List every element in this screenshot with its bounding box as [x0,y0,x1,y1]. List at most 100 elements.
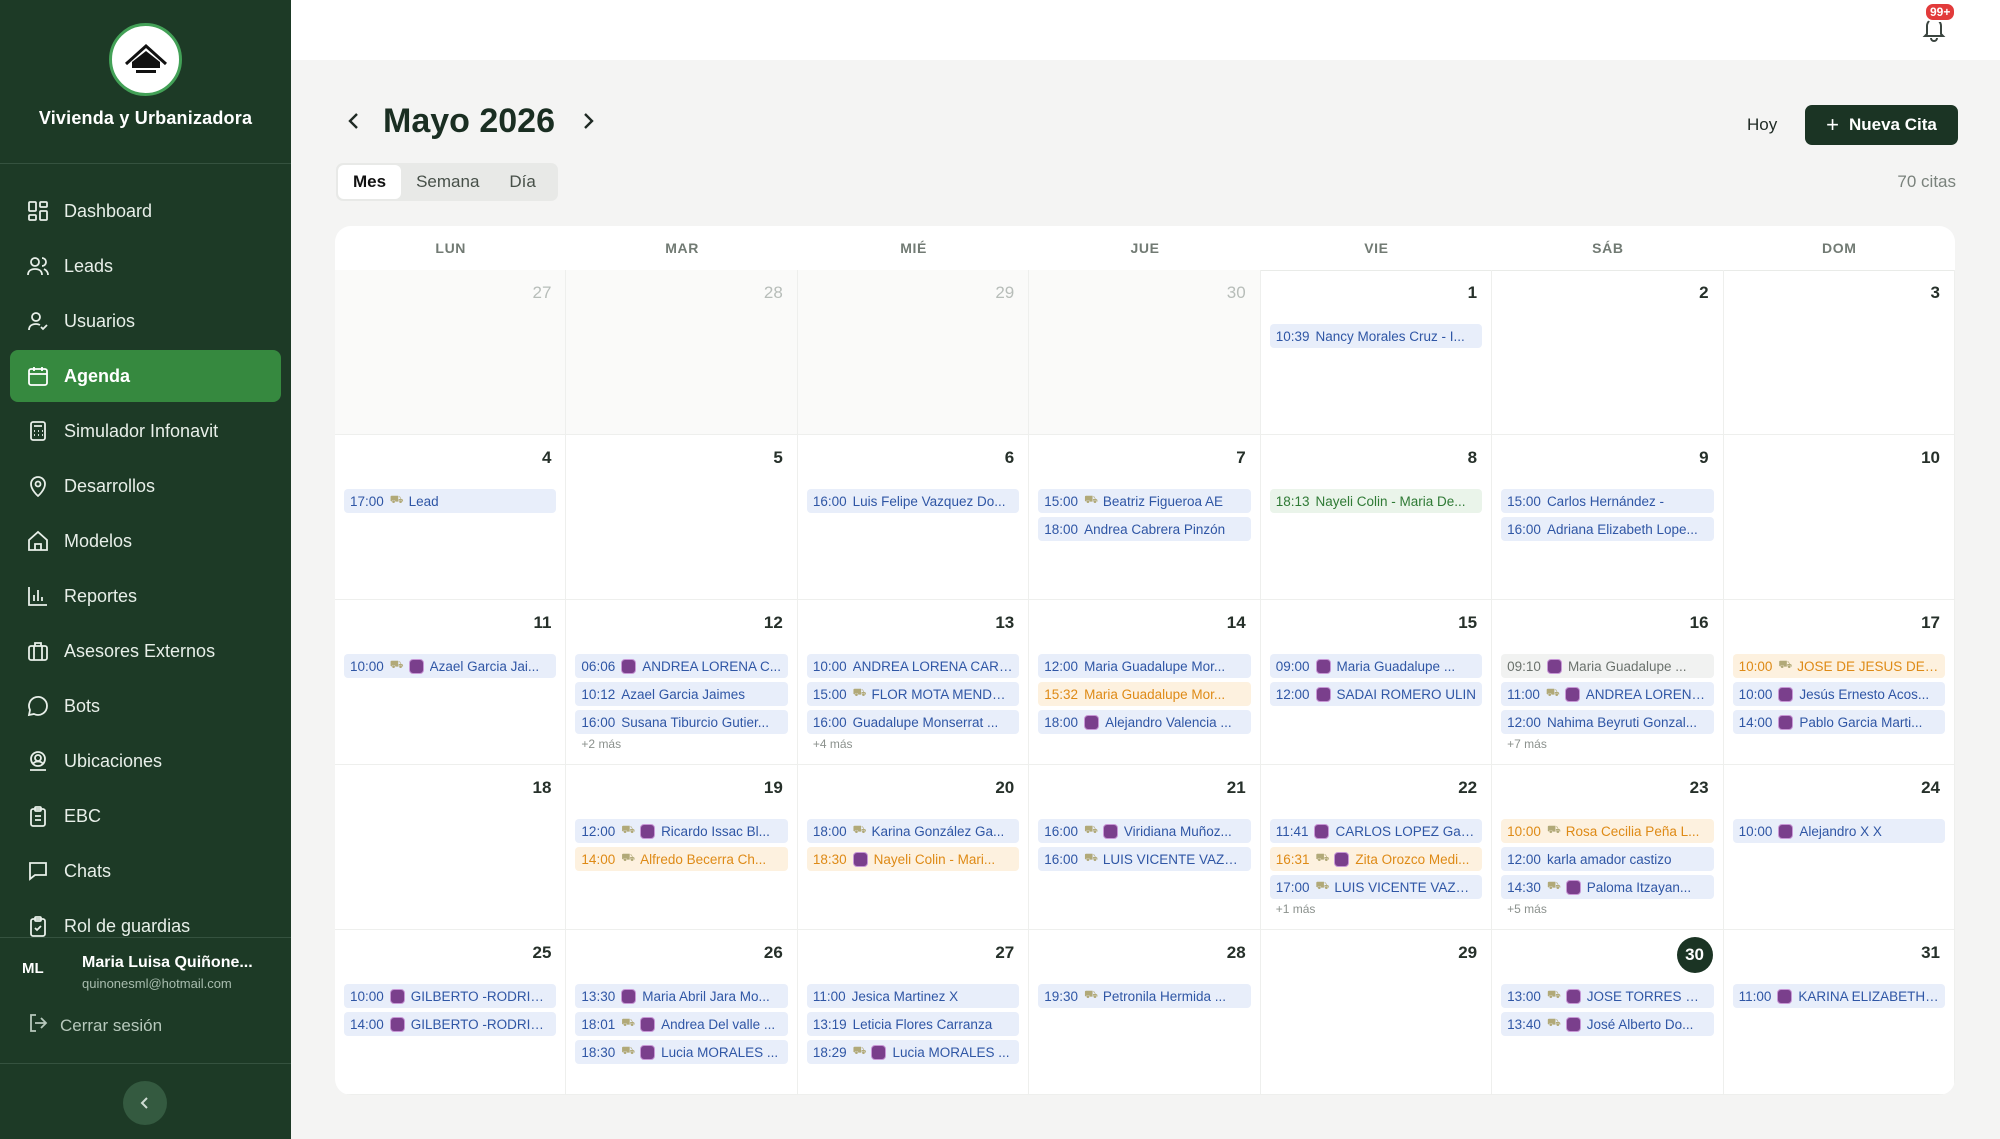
appointment-event[interactable]: 18:00 ⛟ Karina González Ga... [806,819,1020,843]
appointment-event[interactable]: 18:30 ⛟ Lucia MORALES ... [575,1040,788,1064]
appointment-event[interactable]: 09:10 Maria Guadalupe ... [1501,654,1714,678]
sidebar-item-dashboard[interactable]: Dashboard [10,185,281,237]
day-cell[interactable]: 6 16:00 Luis Felipe Vazquez Do... [797,435,1030,600]
day-cell[interactable]: 11 10:00 ⛟ Azael Garcia Jai... [335,600,567,765]
appointment-event[interactable]: 18:00 Andrea Cabrera Pinzón [1038,517,1251,541]
more-events-link[interactable]: +2 más [575,737,787,751]
sidebar-item-agenda[interactable]: Agenda [10,350,281,402]
appointment-event[interactable]: 15:32 Maria Guadalupe Mor... [1038,682,1251,706]
sidebar-item-reportes[interactable]: Reportes [10,570,281,622]
appointment-event[interactable]: 10:00 Jesús Ernesto Acos... [1732,682,1945,706]
appointment-event[interactable]: 16:00 ⛟ Viridiana Muñoz... [1038,819,1251,843]
day-cell[interactable]: 10 [1723,435,1955,600]
appointment-event[interactable]: 18:30 Nayeli Colin - Mari... [806,847,1020,871]
day-cell[interactable]: 30 [1029,270,1261,435]
appointment-event[interactable]: 11:41 CARLOS LOPEZ Galán [1269,819,1483,843]
day-cell[interactable]: 9 15:00 Carlos Hernández - 16:00 Adriana Eli… [1492,435,1724,600]
appointment-event[interactable]: 06:06 ANDREA LORENA C... [575,654,788,678]
appointment-event[interactable]: 18:01 ⛟ Andrea Del valle ... [575,1012,788,1036]
sidebar-item-ubicaciones[interactable]: Ubicaciones [10,735,281,787]
sidebar-item-asesores-externos[interactable]: Asesores Externos [10,625,281,677]
appointment-event[interactable]: 11:00 KARINA ELIZABETH H... [1732,984,1945,1008]
appointment-event[interactable]: 18:29 ⛟ Lucia MORALES ... [806,1040,1020,1064]
appointment-event[interactable]: 19:30 ⛟ Petronila Hermida ... [1038,984,1251,1008]
sidebar-item-chats[interactable]: Chats [10,845,281,897]
day-cell[interactable]: 26 13:30 Maria Abril Jara Mo... 18:01 ⛟ Andre… [566,930,798,1095]
day-cell[interactable]: 22 11:41 CARLOS LOPEZ Galán 16:31 ⛟ Zita Oroz… [1260,765,1493,930]
day-cell[interactable]: 23 10:00 ⛟ Rosa Cecilia Peña L... 12:00 karla… [1492,765,1724,930]
appointment-event[interactable]: 15:00 ⛟ FLOR MOTA MENDO... [806,682,1020,706]
day-cell[interactable]: 4 17:00 ⛟ Lead [335,435,567,600]
appointment-event[interactable]: 10:00 ⛟ Rosa Cecilia Peña L... [1501,819,1714,843]
appointment-event[interactable]: 16:31 ⛟ Zita Orozco Medi... [1269,847,1483,871]
day-cell[interactable]: 27 11:00 Jesica Martinez X 13:19 Leticia Flo… [797,930,1030,1095]
sidebar-item-simulador-infonavit[interactable]: Simulador Infonavit [10,405,281,457]
day-cell[interactable]: 21 16:00 ⛟ Viridiana Muñoz... 16:00 ⛟ LUIS VIC… [1029,765,1261,930]
appointment-event[interactable]: 10:00 GILBERTO -RODRIG... [344,984,557,1008]
appointment-event[interactable]: 11:00 ⛟ ANDREA LORENA ... [1501,682,1714,706]
user-profile[interactable]: ML Maria Luisa Quiñone... quinonesml@hot… [0,942,291,1002]
appointment-event[interactable]: 10:00 ⛟ JOSE DE JESUS DE L... [1732,654,1945,678]
sidebar-item-modelos[interactable]: Modelos [10,515,281,567]
appointment-event[interactable]: 12:00 karla amador castizo [1501,847,1714,871]
day-cell[interactable]: 7 15:00 ⛟ Beatriz Figueroa AE 18:00 Andrea Ca… [1029,435,1261,600]
appointment-event[interactable]: 14:00 Pablo Garcia Marti... [1732,710,1945,734]
appointment-event[interactable]: 15:00 Carlos Hernández - [1501,489,1714,513]
tab-semana[interactable]: Semana [401,165,494,199]
next-month-button[interactable] [574,108,602,139]
sidebar-item-leads[interactable]: Leads [10,240,281,292]
previous-month-button[interactable] [340,108,368,139]
day-cell[interactable]: 16 09:10 Maria Guadalupe ... 11:00 ⛟ ANDREA L… [1492,600,1724,765]
appointment-event[interactable]: 13:00 ⛟ JOSE TORRES GO... [1501,984,1714,1008]
appointment-event[interactable]: 13:19 Leticia Flores Carranza [806,1012,1020,1036]
more-events-link[interactable]: +1 más [1270,902,1482,916]
day-cell[interactable]: 30 13:00 ⛟ JOSE TORRES GO... 13:40 ⛟ José Albe… [1492,930,1724,1095]
sidebar-item-bots[interactable]: Bots [10,680,281,732]
appointment-event[interactable]: 14:30 ⛟ Paloma Itzayan... [1501,875,1714,899]
appointment-event[interactable]: 16:00 Guadalupe Monserrat ... [806,710,1020,734]
appointment-event[interactable]: 17:00 ⛟ Lead [344,489,557,513]
company-logo[interactable] [109,23,182,96]
appointment-event[interactable]: 10:39 Nancy Morales Cruz - I... [1269,324,1483,348]
new-appointment-button[interactable]: + Nueva Cita [1805,105,1958,145]
day-cell[interactable]: 14 12:00 Maria Guadalupe Mor... 15:32 Maria … [1029,600,1261,765]
appointment-event[interactable]: 18:13 Nayeli Colin - Maria De... [1269,489,1483,513]
more-events-link[interactable]: +4 más [807,737,1019,751]
appointment-event[interactable]: 16:00 Luis Felipe Vazquez Do... [806,489,1020,513]
appointment-event[interactable]: 12:00 Maria Guadalupe Mor... [1038,654,1251,678]
sidebar-item-usuarios[interactable]: Usuarios [10,295,281,347]
day-cell[interactable]: 19 12:00 ⛟ Ricardo Issac Bl... 14:00 ⛟ Alfredo… [566,765,798,930]
day-cell[interactable]: 29 [797,270,1030,435]
day-cell[interactable]: 24 10:00 Alejandro X X [1723,765,1955,930]
appointment-event[interactable]: 16:00 Susana Tiburcio Gutier... [575,710,788,734]
appointment-event[interactable]: 10:00 ANDREA LORENA CARR... [806,654,1020,678]
appointment-event[interactable]: 16:00 ⛟ LUIS VICENTE VAZQ... [1038,847,1251,871]
more-events-link[interactable]: +7 más [1501,737,1713,751]
appointment-event[interactable]: 10:12 Azael Garcia Jaimes [575,682,788,706]
day-cell[interactable]: 27 [335,270,567,435]
appointment-event[interactable]: 11:00 Jesica Martinez X [806,984,1020,1008]
day-cell[interactable]: 13 10:00 ANDREA LORENA CARR... 15:00 ⛟ FLOR M… [797,600,1030,765]
day-cell[interactable]: 28 [566,270,798,435]
day-cell[interactable]: 15 09:00 Maria Guadalupe ... 12:00 SADAI ROM… [1260,600,1493,765]
day-cell[interactable]: 3 [1723,270,1955,435]
sidebar-item-desarrollos[interactable]: Desarrollos [10,460,281,512]
day-cell[interactable]: 31 11:00 KARINA ELIZABETH H... [1723,930,1955,1095]
today-button[interactable]: Hoy [1735,106,1789,144]
day-cell[interactable]: 12 06:06 ANDREA LORENA C... 10:12 Azael Garc… [566,600,798,765]
appointment-event[interactable]: 16:00 Adriana Elizabeth Lope... [1501,517,1714,541]
logout-button[interactable]: Cerrar sesión [28,1013,162,1038]
appointment-event[interactable]: 17:00 ⛟ LUIS VICENTE VAZQ... [1269,875,1483,899]
day-cell[interactable]: 8 18:13 Nayeli Colin - Maria De... [1260,435,1493,600]
appointment-event[interactable]: 14:00 GILBERTO -RODRIG... [344,1012,557,1036]
day-cell[interactable]: 18 [335,765,567,930]
day-cell[interactable]: 20 18:00 ⛟ Karina González Ga... 18:30 Nayeli… [797,765,1030,930]
sidebar-item-ebc[interactable]: EBC [10,790,281,842]
appointment-event[interactable]: 13:40 ⛟ José Alberto Do... [1501,1012,1714,1036]
day-cell[interactable]: 29 [1260,930,1493,1095]
appointment-event[interactable]: 18:00 Alejandro Valencia ... [1038,710,1251,734]
appointment-event[interactable]: 09:00 Maria Guadalupe ... [1269,654,1483,678]
day-cell[interactable]: 28 19:30 ⛟ Petronila Hermida ... [1029,930,1261,1095]
appointment-event[interactable]: 12:00 SADAI ROMERO ULIN [1269,682,1483,706]
day-cell[interactable]: 25 10:00 GILBERTO -RODRIG... 14:00 GILBERTO … [335,930,567,1095]
